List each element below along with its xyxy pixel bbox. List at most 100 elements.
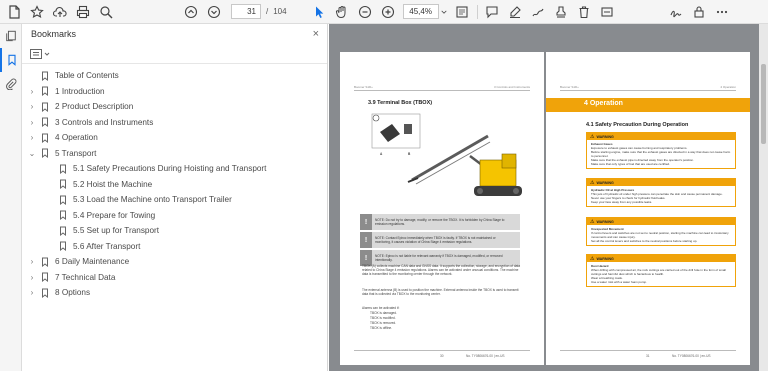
expand-chevron-icon[interactable]: › [27,133,37,142]
expand-chevron-icon[interactable]: › [27,288,37,297]
bookmark-label: 1 Introduction [55,86,105,96]
bookmark-flag-icon [42,288,48,298]
highlighter-icon[interactable] [506,3,524,21]
panel-title: Bookmarks [31,29,77,39]
bookmark-label: 5.1 Safety Precautions During Hoisting a… [73,164,267,174]
warning-triangle-icon: ⚠ [590,179,595,186]
sign-icon[interactable] [667,3,685,21]
section-heading: 3.9 Terminal Box (TBOX) [368,100,433,106]
bookmark-item[interactable]: 5.1 Safety Precautions During Hoisting a… [22,161,327,177]
expand-chevron-icon[interactable]: › [27,257,37,266]
fit-page-icon[interactable] [453,3,471,21]
warning-box: ⚠ WARNING Dust Hazard When drilling with co… [586,254,736,287]
bookmark-item[interactable]: 5.3 Load the Machine onto Transport Trai… [22,192,327,208]
chapter-title: 4 Operation [584,100,623,107]
comment-icon[interactable] [483,3,501,21]
warning-label: WARNING [596,219,614,224]
bookmark-flag-icon [60,164,66,174]
warning-triangle-icon: ⚠ [590,218,595,225]
star-icon[interactable] [28,3,46,21]
main-toolbar: 31 / 104 45,4% [0,0,768,24]
zoom-search-icon[interactable] [97,3,115,21]
zoom-level-input[interactable]: 45,4% [402,4,439,19]
bookmark-flag-icon [42,71,48,81]
alarms-intro: Alarms can be activated if: [362,306,400,310]
expand-chevron-icon[interactable]: › [27,87,37,96]
hand-icon[interactable] [333,3,351,21]
bookmark-label: 3 Controls and Instruments [55,117,154,127]
expand-chevron-icon[interactable]: › [27,118,37,127]
footer-rule [560,350,736,351]
bookmark-options-button[interactable] [30,48,50,59]
warning-label: WARNING [596,180,614,185]
warning-line: Set all the control levers and switches … [591,239,698,243]
bookmark-label: 4 Operation [55,133,98,143]
expand-chevron-icon[interactable]: › [27,273,37,282]
pages-icon[interactable] [0,24,22,48]
bookmark-item[interactable]: › 3 Controls and Instruments [22,115,327,131]
file-icon[interactable] [5,3,23,21]
bookmark-flag-icon [42,133,48,143]
bookmark-item[interactable]: 5.2 Hoist the Machine [22,177,327,193]
bookmark-item[interactable]: › 2 Product Description [22,99,327,115]
zoom-in-icon[interactable] [379,3,397,21]
warning-triangle-icon: ⚠ [590,133,595,140]
expand-chevron-icon[interactable]: › [27,102,37,111]
alarm-bullet: TBOX is removed. [370,321,397,325]
bookmark-icon[interactable] [0,48,22,72]
bookmark-item[interactable]: 5.4 Prepare for Towing [22,208,327,224]
bookmark-item[interactable]: › 6 Daily Maintenance [22,254,327,270]
delete-icon[interactable] [575,3,593,21]
lock-icon[interactable] [690,3,708,21]
bookmark-flag-icon [60,195,66,205]
bookmark-flag-icon [42,272,48,283]
bookmark-label: 6 Daily Maintenance [55,257,130,267]
bookmark-label: 5.2 Hoist the Machine [73,179,153,189]
bookmark-flag-icon [42,257,48,267]
bookmark-item[interactable]: Table of Contents [22,68,327,84]
total-pages: 104 [273,7,287,16]
stamp-icon[interactable] [552,3,570,21]
note-text: NOTE: Contact Epiroc immediately when TB… [375,236,496,244]
scrollbar-thumb[interactable] [761,64,766,144]
page-header-right: 3 Controls and Instruments [493,85,530,89]
page-number-input[interactable]: 31 [231,4,261,19]
bookmark-item[interactable]: › 7 Technical Data [22,270,327,286]
warning-line: When drilling with compressed air, the r… [591,268,726,276]
expand-chevron-icon[interactable]: ⌄ [27,149,37,158]
page-number: 31 [646,354,650,358]
bookmark-flag-icon [60,210,66,221]
page-down-icon[interactable] [205,3,223,21]
cloud-upload-icon[interactable] [51,3,69,21]
print-icon[interactable] [74,3,92,21]
bookmark-item[interactable]: 5.6 After Transport [22,239,327,255]
draw-icon[interactable] [529,3,547,21]
warning-header: ⚠ WARNING [587,255,735,262]
select-cursor-icon[interactable] [310,3,328,21]
bookmark-label: 5.3 Load the Machine onto Transport Trai… [73,195,232,205]
alarm-bullet: TBOX is offline. [370,326,393,330]
warning-label: WARNING [596,134,614,139]
warning-line: Before starting engine, make sure that t… [591,150,731,158]
zoom-out-icon[interactable] [356,3,374,21]
body-paragraph-2: The external antenna (B) is used to posi… [362,288,519,297]
warning-header: ⚠ WARNING [587,218,735,225]
bookmark-item[interactable]: › 1 Introduction [22,84,327,100]
drill-rig-illustration [407,134,522,196]
close-icon[interactable]: × [313,28,319,40]
document-viewport[interactable]: Boomer S1D+ 3 Controls and Instruments 3… [329,24,768,371]
page-number: 30 [440,354,444,358]
page-up-icon[interactable] [182,3,200,21]
chevron-down-icon[interactable] [440,3,448,21]
more-tools-icon[interactable] [598,3,616,21]
alarm-bullet: TBOX is damaged. [370,311,397,315]
bookmark-item[interactable]: › 4 Operation [22,130,327,146]
bookmark-label: 5 Transport [55,148,97,158]
bookmark-item[interactable]: › 8 Options [22,285,327,301]
vertical-scrollbar[interactable] [759,24,768,371]
bookmark-item[interactable]: ⌄ 5 Transport [22,146,327,162]
attachment-icon[interactable] [0,72,22,96]
more-icon[interactable] [713,3,731,21]
bookmark-item[interactable]: 5.5 Set up for Transport [22,223,327,239]
bookmark-flag-icon [42,86,48,97]
